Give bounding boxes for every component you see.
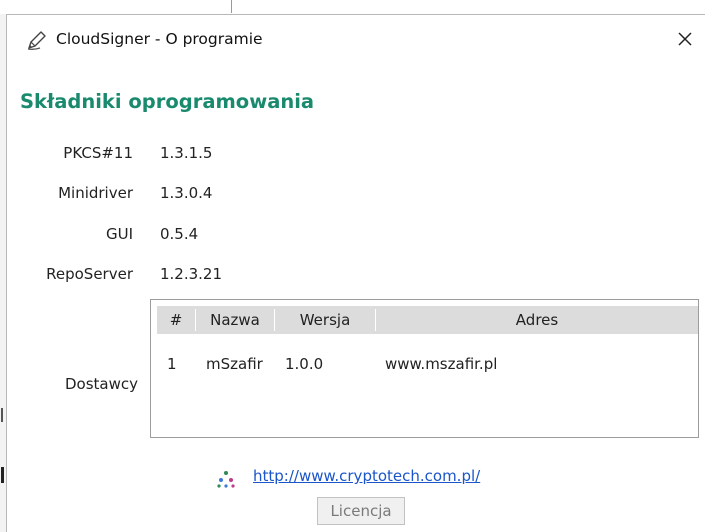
background-window-top: [0, 0, 705, 14]
providers-label: Dostawcy: [64, 375, 138, 393]
column-header-num[interactable]: #: [157, 306, 195, 334]
license-button[interactable]: Licencja: [317, 497, 405, 525]
background-marker: [1, 408, 3, 422]
window-title: CloudSigner - O programie: [56, 30, 263, 48]
component-label-pkcs11: PKCS#11: [63, 144, 133, 162]
column-header-address[interactable]: Adres: [376, 306, 698, 334]
close-icon: [678, 32, 692, 46]
table-cell-name[interactable]: mSzafir: [206, 355, 263, 373]
table-header: # Nazwa Wersja Adres: [157, 306, 698, 334]
close-button[interactable]: [669, 23, 701, 55]
table-cell-num[interactable]: 1: [167, 355, 177, 373]
component-label-minidriver: Minidriver: [58, 184, 133, 202]
component-value-minidriver: 1.3.0.4: [160, 184, 213, 202]
title-bar[interactable]: CloudSigner - O programie: [7, 15, 705, 61]
table-cell-address[interactable]: www.mszafir.pl: [385, 355, 497, 373]
website-link[interactable]: http://www.cryptotech.com.pl/: [253, 467, 480, 485]
component-value-pkcs11: 1.3.1.5: [160, 144, 213, 162]
section-heading: Składniki oprogramowania: [20, 90, 315, 113]
column-header-name[interactable]: Nazwa: [196, 306, 274, 334]
column-header-version[interactable]: Wersja: [275, 306, 375, 334]
background-divider: [231, 0, 232, 13]
component-label-reposerver: RepoServer: [46, 265, 133, 283]
background-marker: [1, 467, 4, 483]
component-value-reposerver: 1.2.3.21: [160, 265, 223, 283]
table-cell-version[interactable]: 1.0.0: [285, 355, 323, 373]
cryptotech-logo-icon: [216, 469, 236, 489]
about-dialog: CloudSigner - O programie Składniki opro…: [6, 14, 705, 532]
component-label-gui: GUI: [105, 225, 133, 243]
component-value-gui: 0.5.4: [160, 225, 199, 243]
pen-icon: [26, 29, 48, 51]
